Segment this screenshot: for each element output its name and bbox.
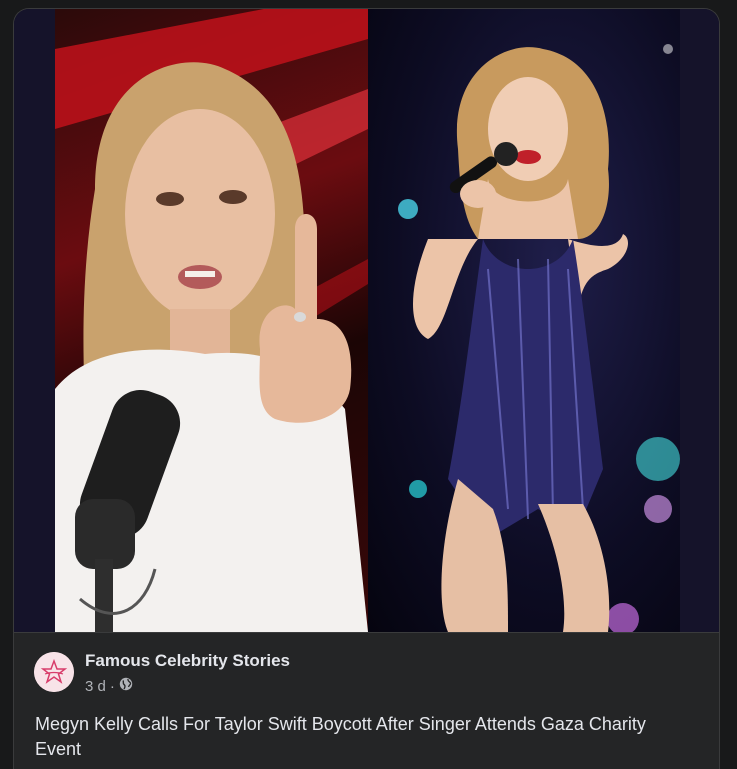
post-card: Famous Celebrity Stories 3 d · Megyn Kel…: [13, 8, 720, 769]
post-time-row: 3 d ·: [85, 677, 133, 695]
post-meta: Famous Celebrity Stories 3 d · Megyn Kel…: [14, 632, 719, 769]
media-gutter-left: [14, 9, 55, 632]
famous-celebrity-stories-logo: [34, 652, 74, 692]
post-timestamp[interactable]: 3 d: [85, 678, 106, 695]
post-caption: Megyn Kelly Calls For Taylor Swift Boyco…: [35, 714, 646, 759]
page-name[interactable]: Famous Celebrity Stories: [85, 651, 290, 671]
page-avatar[interactable]: [34, 652, 74, 692]
left-photo[interactable]: [55, 9, 368, 632]
post-media[interactable]: [14, 9, 719, 632]
right-photo[interactable]: [368, 9, 680, 632]
right-photo-illustration: [398, 44, 680, 632]
globe-icon-svg: [119, 677, 133, 691]
separator-dot: ·: [109, 677, 115, 695]
media-gutter-right: [680, 9, 719, 632]
left-photo-illustration: [55, 9, 368, 632]
globe-icon[interactable]: [119, 677, 133, 695]
